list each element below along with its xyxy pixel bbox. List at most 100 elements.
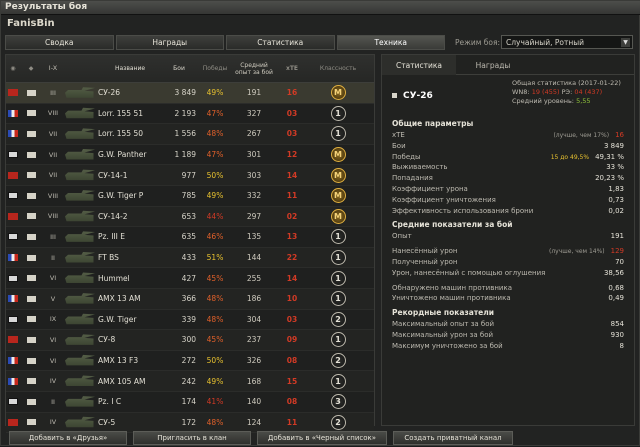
battle-mode-select[interactable]: Случайный, Ротный ▼ xyxy=(501,35,633,49)
exp-cell: 267 xyxy=(246,129,262,139)
stat-row: Коэффициент уничтожения 0,73 xyxy=(392,195,624,206)
xte-header[interactable]: хТЕ xyxy=(274,65,310,72)
battles-header[interactable]: Бои xyxy=(162,65,196,72)
table-row[interactable]: IV AMX 105 AM 242 49% 168 15 1 xyxy=(6,371,374,392)
tank-image-icon xyxy=(65,107,95,119)
exp-cell: 237 xyxy=(246,335,262,345)
stat-row: Выживаемость 33 % xyxy=(392,162,624,173)
table-row[interactable]: VIII Lorr. 155 51 2 193 47% 327 03 1 xyxy=(6,104,374,125)
wins-cell: 49% xyxy=(206,191,224,201)
stat-value: 0,02 xyxy=(608,206,624,215)
main-tabs: Сводка Награды Статистика Техника xyxy=(5,35,445,50)
stat-value: 20,23 % xyxy=(595,174,624,183)
tank-image-icon xyxy=(65,375,95,387)
table-row[interactable]: V AMX 13 AM 366 48% 186 10 1 xyxy=(6,288,374,310)
tier-cell: VIII xyxy=(47,212,59,221)
nation-flag-icon xyxy=(8,89,18,97)
stat-label: Эффективность использования брони xyxy=(392,206,534,215)
table-row[interactable]: VII Lorr. 155 50 1 556 48% 267 03 1 xyxy=(6,124,374,145)
stat-row: Победы 15 до 49,5% 49,31 % xyxy=(392,152,624,163)
tab-vehicles[interactable]: Техника xyxy=(336,35,445,50)
name-header[interactable]: Название xyxy=(96,65,162,72)
exp-cell: 297 xyxy=(246,211,262,221)
invite-clan-button[interactable]: Пригласить в клан xyxy=(133,431,251,445)
table-row[interactable]: VI СУ-8 300 45% 237 09 1 xyxy=(6,330,374,351)
tier-cell: IV xyxy=(49,418,57,427)
tier-cell: VI xyxy=(49,356,57,365)
name-cell: AMX 13 AM xyxy=(98,294,141,304)
tier-header[interactable]: I-X xyxy=(42,65,64,72)
create-channel-button[interactable]: Создать приватный канал xyxy=(393,431,513,445)
wins-cell: 48% xyxy=(206,314,224,324)
tab-awards[interactable]: Награды xyxy=(115,35,224,50)
battles-cell: 977 xyxy=(181,170,196,180)
tab-details-statistics[interactable]: Статистика xyxy=(382,55,456,75)
spg-class-icon xyxy=(26,316,36,323)
class-header[interactable]: Классность xyxy=(310,65,366,72)
stat-value: 930 xyxy=(610,330,624,339)
tier-cell: VI xyxy=(49,274,57,283)
stat-value: 1,83 xyxy=(608,184,624,193)
tier-cell: II xyxy=(51,397,55,406)
tank-image-icon xyxy=(65,293,95,304)
xte-cell: 08 xyxy=(286,397,298,407)
table-row[interactable]: IX G.W. Tiger 339 48% 304 03 2 xyxy=(6,310,374,331)
mastery-badge-icon: M xyxy=(330,188,346,204)
chevron-down-icon: ▼ xyxy=(621,38,630,47)
tab-details-awards[interactable]: Награды xyxy=(456,55,530,75)
table-row[interactable]: III Pz. III E 635 46% 135 13 1 xyxy=(6,227,374,248)
stat-label: Урон, нанесённый с помощью оглушения xyxy=(392,268,546,277)
spg-class-icon xyxy=(26,233,36,240)
table-row[interactable]: VII СУ-14-1 977 50% 303 14 M xyxy=(6,165,374,186)
tier-cell: VII xyxy=(48,129,58,138)
name-cell: Lorr. 155 50 xyxy=(98,129,143,139)
wn8-value: 19 (455) xyxy=(531,88,560,96)
exp-cell: 301 xyxy=(246,150,262,160)
spg-class-icon xyxy=(26,192,36,199)
table-row[interactable]: VIII G.W. Tiger P 785 49% 332 11 M xyxy=(6,186,374,207)
mastery-badge-icon: 1 xyxy=(330,291,346,307)
name-cell: СУ-5 xyxy=(98,417,116,427)
stat-row: хТЕ (лучше, чем 17%) 16 xyxy=(392,130,624,141)
battle-mode-value: Случайный, Ротный xyxy=(506,38,585,47)
name-cell: Hummel xyxy=(98,273,130,283)
table-row[interactable]: VI AMX 13 F3 272 50% 326 08 2 xyxy=(6,351,374,372)
avg-exp-header[interactable]: Средний опыт за бой xyxy=(234,62,274,76)
exp-cell: 186 xyxy=(246,294,262,304)
tab-statistics[interactable]: Статистика xyxy=(226,35,335,50)
mastery-badge-icon: 2 xyxy=(330,353,346,369)
pr-label: РЭ: xyxy=(561,88,573,96)
details-tabs: Статистика Награды xyxy=(382,55,634,75)
table-row[interactable]: VI Hummel 427 45% 255 14 1 xyxy=(6,268,374,289)
table-row[interactable]: VIII СУ-14-2 653 44% 297 02 M xyxy=(6,206,374,228)
battles-cell: 366 xyxy=(181,294,196,304)
spg-class-icon xyxy=(26,419,36,426)
add-friend-button[interactable]: Добавить в «Друзья» xyxy=(9,431,127,445)
stat-label: Опыт xyxy=(392,232,412,241)
details-header: СУ-26 Общая статистика (2017-01-22) WN8:… xyxy=(382,75,634,115)
tab-summary[interactable]: Сводка xyxy=(5,35,114,50)
globe-icon[interactable]: ◉ xyxy=(6,65,20,72)
table-row[interactable]: III СУ-26 3 849 49% 191 16 M xyxy=(6,83,374,104)
spg-class-icon xyxy=(26,378,36,385)
mastery-badge-icon: 2 xyxy=(330,414,346,430)
tier-cell: VII xyxy=(48,171,58,180)
wins-cell: 49% xyxy=(206,88,224,98)
stat-value: 70 xyxy=(615,257,624,266)
mastery-badge-icon: 2 xyxy=(330,311,346,327)
add-blacklist-button[interactable]: Добавить в «Черный список» xyxy=(257,431,387,445)
name-cell: Lorr. 155 51 xyxy=(98,108,143,118)
table-row[interactable]: VII G.W. Panther 1 189 47% 301 12 M xyxy=(6,145,374,166)
table-row[interactable]: II FT BS 433 51% 144 22 1 xyxy=(6,247,374,269)
wins-cell: 46% xyxy=(206,232,224,242)
details-sections: Общие параметры хТЕ (лучше, чем 17%) 16 Бои 3… xyxy=(382,119,634,352)
nation-flag-icon xyxy=(8,192,18,200)
section-title: Рекордные показатели xyxy=(392,308,495,318)
xte-cell: 14 xyxy=(286,273,298,283)
wins-header[interactable]: Победы xyxy=(196,65,234,72)
tank-type-icon[interactable]: ◆ xyxy=(20,65,42,72)
exp-cell: 326 xyxy=(246,356,262,366)
table-row[interactable]: II Pz. I C 174 41% 140 08 3 xyxy=(6,392,374,413)
stat-value: 3 849 xyxy=(603,141,624,150)
stat-value: 129 xyxy=(610,247,624,256)
